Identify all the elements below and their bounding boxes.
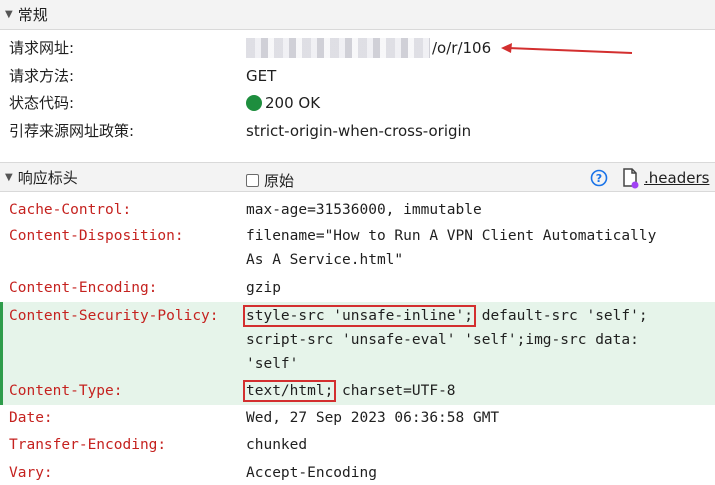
header-value-rest: default-src 'self'; — [472, 308, 648, 324]
header-value-line-2: As A Service.html" — [246, 252, 404, 268]
header-value: Accept-Encoding — [246, 465, 377, 481]
header-value-rest: charset=UTF-8 — [333, 383, 456, 399]
header-value: max-age=31536000, immutable — [246, 202, 482, 218]
referrer-policy-row: 引荐来源网址政策: strict-origin-when-cross-origi… — [0, 117, 715, 144]
header-value: gzip — [246, 280, 281, 296]
header-value-line-1: filename="How to Run A VPN Client Automa… — [246, 228, 657, 244]
request-method-value: GET — [246, 66, 277, 85]
file-icon[interactable] — [621, 167, 639, 189]
request-url-suffix: /o/r/106 — [432, 38, 492, 57]
header-value: text/html; charset=UTF-8 — [242, 379, 456, 403]
header-key: Cache-Control: — [9, 202, 132, 218]
header-key: Content-Encoding: — [9, 280, 158, 296]
header-value: Wed, 27 Sep 2023 06:36:58 GMT — [246, 410, 500, 426]
status-code-row: 状态代码: 200 OK — [0, 89, 715, 116]
header-row-date: Date: Wed, 27 Sep 2023 06:36:58 GMT — [0, 406, 715, 432]
collapse-triangle-icon[interactable]: ▼ — [5, 172, 13, 183]
general-section-title: 常规 — [17, 6, 48, 24]
raw-checkbox[interactable] — [246, 174, 259, 187]
status-ok-icon — [246, 94, 262, 111]
header-value-line-2: script-src 'unsafe-eval' 'self';img-src … — [246, 332, 639, 348]
header-row-vary: Vary: Accept-Encoding — [0, 461, 715, 485]
header-key: Date: — [9, 410, 53, 426]
annotation-box-text-html: text/html; — [242, 380, 337, 402]
header-row-content-security-policy: Content-Security-Policy: style-src 'unsa… — [0, 302, 715, 378]
header-key: Transfer-Encoding: — [9, 437, 167, 453]
header-key: Content-Security-Policy: — [9, 308, 219, 324]
response-headers-title: 响应标头 — [17, 168, 78, 187]
raw-label: 原始 — [264, 172, 295, 190]
redacted-url-blur — [246, 37, 430, 58]
header-value: chunked — [246, 437, 308, 453]
status-code-value: 200 OK — [246, 94, 320, 112]
general-section-header[interactable]: ▼ 常规 — [0, 0, 715, 30]
header-row-content-encoding: Content-Encoding: gzip — [0, 276, 715, 302]
referrer-policy-label: 引荐来源网址政策: — [9, 122, 135, 140]
annotation-arrow-icon — [501, 43, 633, 54]
raw-checkbox-toggle[interactable]: 原始 — [246, 170, 294, 191]
header-value-line-1: style-src 'unsafe-inline'; default-src '… — [243, 304, 648, 328]
header-row-transfer-encoding: Transfer-Encoding: chunked — [0, 433, 715, 459]
request-method-label: 请求方法: — [9, 67, 75, 85]
help-icon[interactable]: ? — [590, 169, 608, 187]
collapse-triangle-icon[interactable]: ▼ — [5, 9, 13, 20]
header-key: Vary: — [9, 465, 53, 481]
request-url-label: 请求网址: — [9, 39, 75, 57]
headers-link[interactable]: .headers — [644, 169, 709, 187]
status-code-text: 200 OK — [265, 93, 321, 112]
header-key: Content-Type: — [9, 383, 123, 399]
referrer-policy-value: strict-origin-when-cross-origin — [246, 121, 472, 140]
header-row-cache-control: Cache-Control: max-age=31536000, immutab… — [0, 198, 715, 224]
request-method-row: 请求方法: GET — [0, 62, 715, 89]
svg-text:?: ? — [596, 172, 602, 185]
status-code-label: 状态代码: — [9, 94, 75, 112]
request-url-value[interactable]: /o/r/106 — [246, 37, 492, 58]
annotation-box-style-src: style-src 'unsafe-inline'; — [243, 305, 476, 327]
header-key: Content-Disposition: — [9, 228, 184, 244]
header-row-content-disposition: Content-Disposition: filename="How to Ru… — [0, 224, 715, 274]
header-row-content-type: Content-Type: text/html; charset=UTF-8 — [0, 378, 715, 405]
header-value-line-3: 'self' — [246, 356, 299, 372]
